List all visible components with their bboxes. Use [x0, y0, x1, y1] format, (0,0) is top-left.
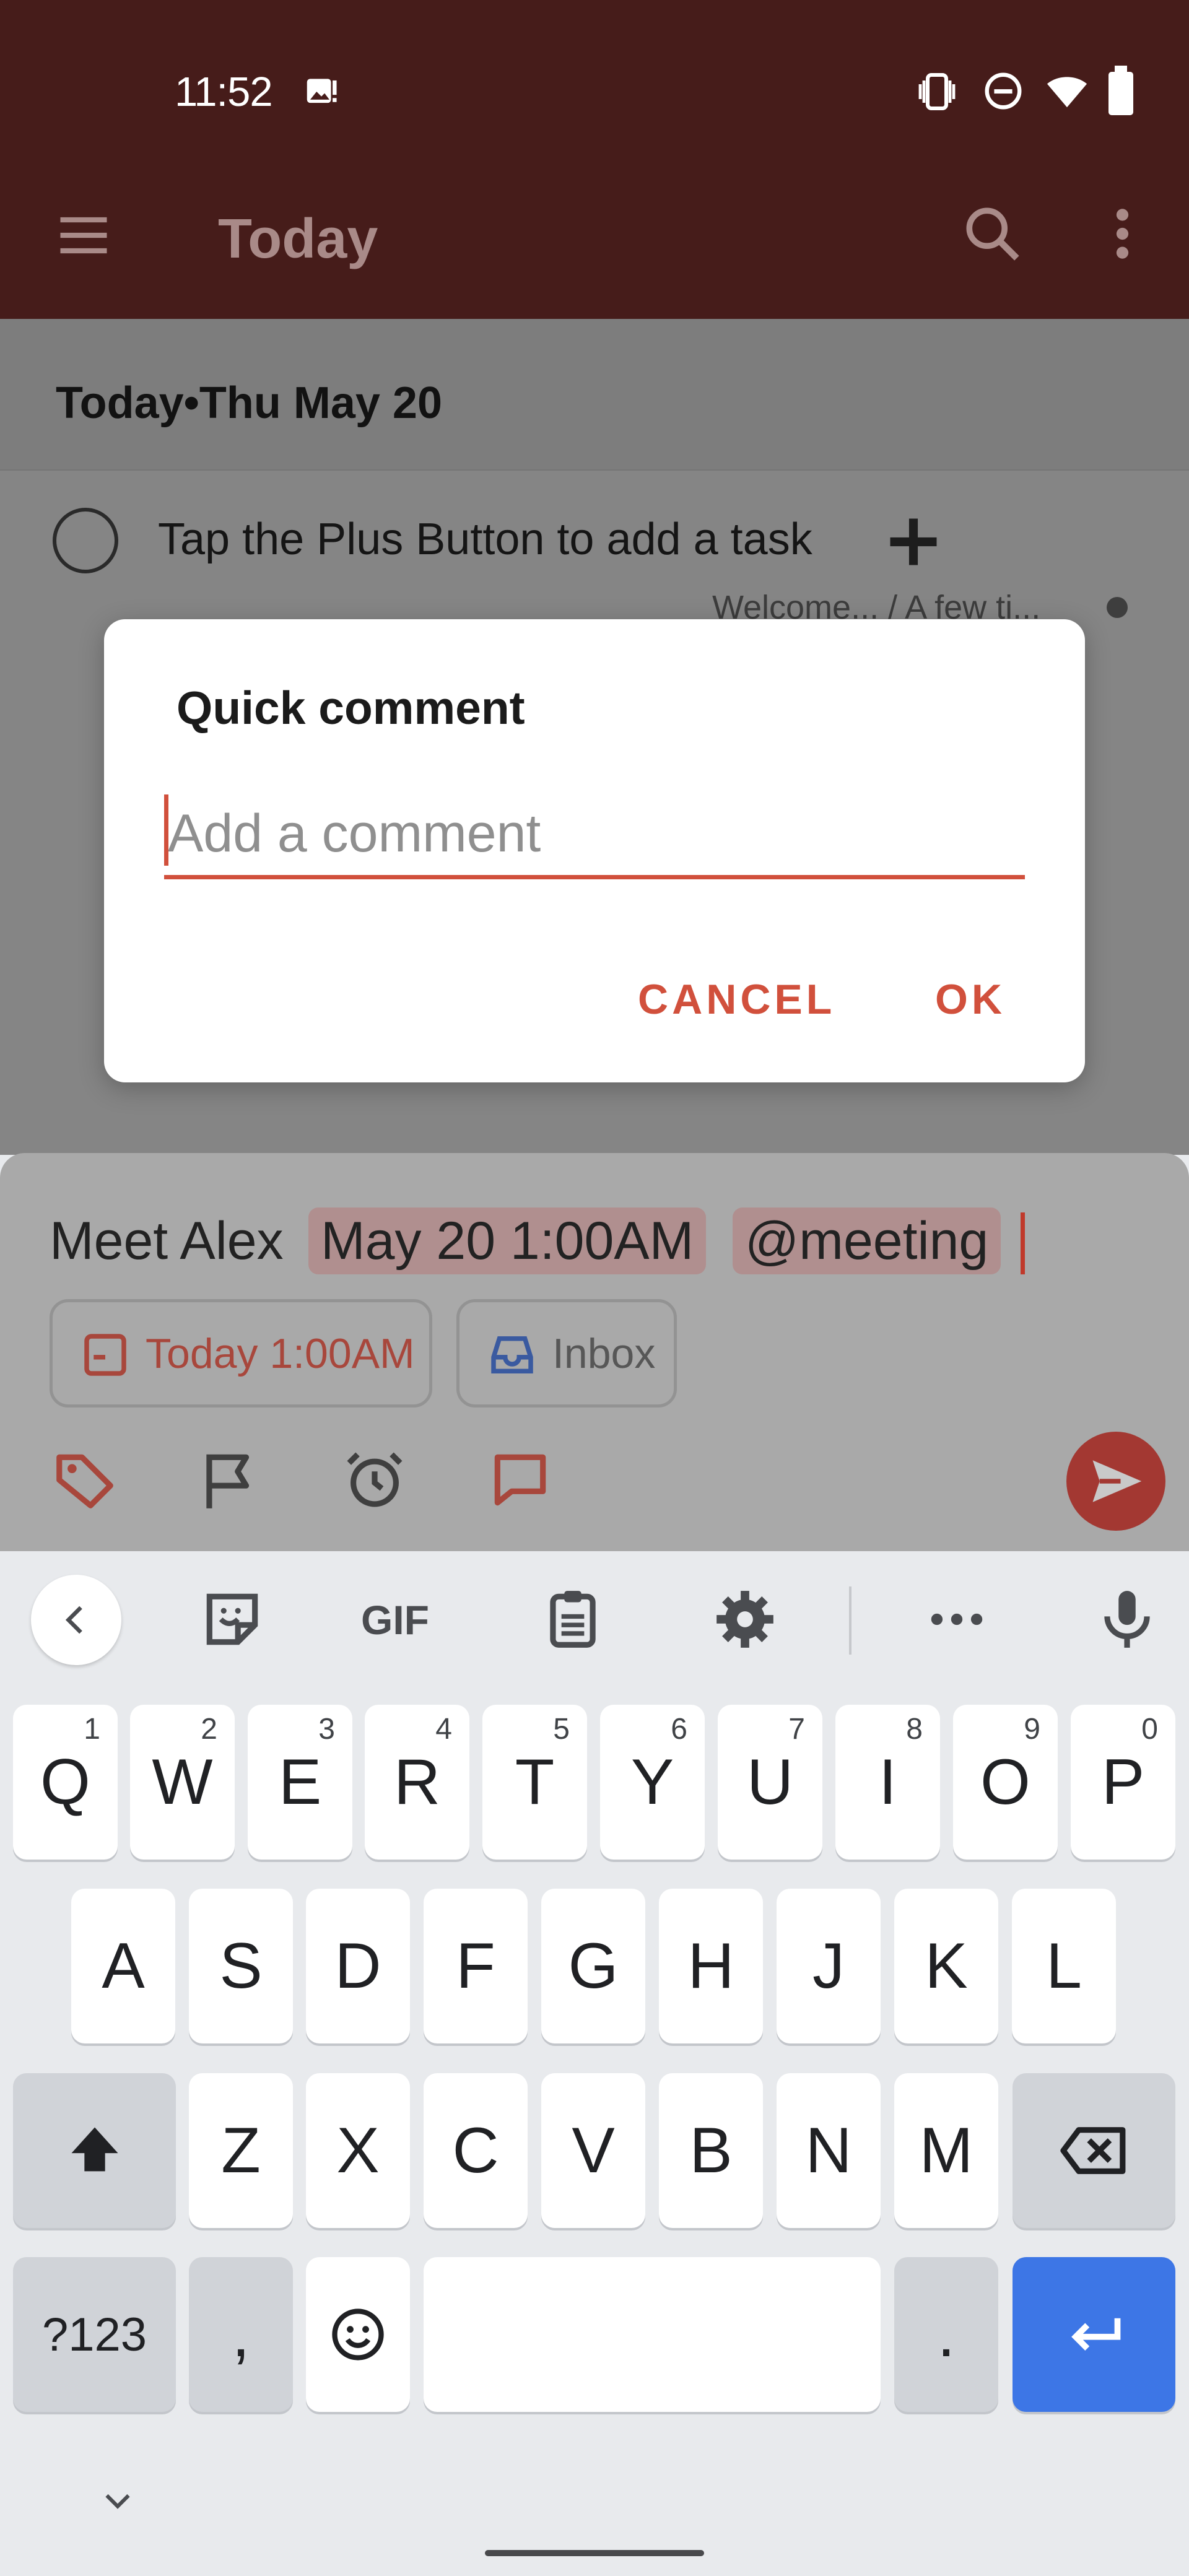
shift-icon	[71, 2127, 118, 2172]
send-icon	[1092, 1460, 1142, 1502]
backspace-icon	[1060, 2127, 1125, 2174]
search-icon[interactable]	[960, 201, 1025, 266]
key-z[interactable]: Z	[189, 2073, 293, 2228]
key-i[interactable]: I8	[835, 1705, 940, 1860]
keyboard-back-button[interactable]	[31, 1575, 121, 1665]
section-header-label: Today•Thu May 20	[56, 378, 442, 428]
key-m[interactable]: M	[894, 2073, 998, 2228]
key-p[interactable]: P0	[1071, 1705, 1175, 1860]
key-u[interactable]: U7	[718, 1705, 822, 1860]
menu-icon[interactable]	[53, 204, 115, 266]
key-s[interactable]: S	[189, 1889, 293, 2043]
alarm-icon[interactable]	[341, 1446, 409, 1514]
date-token[interactable]: May 20 1:00AM	[308, 1208, 707, 1274]
key-y[interactable]: Y6	[600, 1705, 705, 1860]
key-a[interactable]: A	[71, 1889, 175, 2043]
key-g[interactable]: G	[541, 1889, 645, 2043]
key-x[interactable]: X	[306, 2073, 410, 2228]
key-h[interactable]: H	[659, 1889, 763, 2043]
status-time: 11:52	[175, 69, 273, 115]
emoji-icon	[332, 2308, 384, 2361]
gesture-nav-handle[interactable]	[485, 2550, 704, 2556]
page-title: Today	[218, 208, 378, 270]
do-not-disturb-icon	[985, 72, 1022, 110]
battery-icon	[1108, 66, 1133, 115]
app-bar	[0, 0, 1189, 319]
task-checkbox[interactable]	[53, 508, 118, 573]
enter-icon	[1071, 2318, 1120, 2351]
key-q[interactable]: Q1	[13, 1705, 118, 1860]
mic-icon[interactable]	[1093, 1585, 1161, 1653]
shift-key[interactable]	[13, 2073, 176, 2228]
key-b[interactable]: B	[659, 2073, 763, 2228]
comment-input[interactable]	[164, 793, 1025, 879]
key-j[interactable]: J	[777, 1889, 881, 2043]
key-e[interactable]: E3	[248, 1705, 352, 1860]
plus-icon	[890, 518, 937, 565]
quick-add-text[interactable]: Meet Alex	[50, 1208, 284, 1274]
clipboard-icon[interactable]	[539, 1585, 607, 1653]
inbox-icon	[491, 1336, 533, 1373]
key-k[interactable]: K	[894, 1889, 998, 2043]
sticker-icon[interactable]	[198, 1585, 266, 1653]
back-icon	[65, 1606, 82, 1634]
flag-icon[interactable]	[195, 1446, 263, 1514]
wifi-icon	[1047, 77, 1087, 108]
more-vert-icon[interactable]	[1096, 201, 1149, 266]
project-chip[interactable]: Inbox	[456, 1299, 677, 1408]
settings-icon[interactable]	[711, 1585, 779, 1653]
image-notification-icon	[307, 79, 337, 103]
label-icon[interactable]	[51, 1446, 119, 1514]
comma-key[interactable]: ,	[189, 2257, 293, 2412]
key-l[interactable]: L	[1012, 1889, 1116, 2043]
task-project-dot	[1107, 597, 1128, 618]
vibrate-icon	[918, 73, 956, 110]
dialog-title: Quick comment	[176, 682, 525, 734]
ok-button[interactable]: OK	[935, 975, 1006, 1024]
text-cursor	[164, 794, 168, 866]
comment-icon[interactable]	[486, 1446, 554, 1514]
hide-keyboard-icon[interactable]	[99, 2483, 136, 2520]
quick-add-cursor	[1021, 1212, 1025, 1274]
cancel-button[interactable]: CANCEL	[638, 975, 835, 1024]
due-date-chip[interactable]: Today 1:00AM	[50, 1299, 432, 1408]
key-c[interactable]: C	[424, 2073, 528, 2228]
enter-key[interactable]	[1013, 2257, 1175, 2412]
key-v[interactable]: V	[541, 2073, 645, 2228]
period-key[interactable]: .	[894, 2257, 998, 2412]
due-date-chip-label: Today 1:00AM	[146, 1329, 415, 1377]
key-d[interactable]: D	[306, 1889, 410, 2043]
gif-button[interactable]: GIF	[361, 1596, 429, 1643]
more-horiz-icon[interactable]	[923, 1585, 991, 1653]
toolbar-divider	[849, 1586, 851, 1655]
project-chip-label: Inbox	[552, 1329, 656, 1377]
symbols-key[interactable]: ?123	[13, 2257, 176, 2412]
key-r[interactable]: R4	[365, 1705, 469, 1860]
emoji-key[interactable]	[306, 2257, 410, 2412]
key-w[interactable]: W2	[130, 1705, 235, 1860]
key-f[interactable]: F	[424, 1889, 528, 2043]
task-title[interactable]: Tap the Plus Button to add a task	[158, 514, 812, 565]
backspace-key[interactable]	[1013, 2073, 1175, 2228]
key-o[interactable]: O9	[953, 1705, 1058, 1860]
calendar-icon	[84, 1334, 126, 1376]
send-button[interactable]	[1066, 1432, 1165, 1531]
key-n[interactable]: N	[777, 2073, 881, 2228]
space-key[interactable]	[424, 2257, 881, 2412]
key-t[interactable]: T5	[482, 1705, 587, 1860]
label-token[interactable]: @meeting	[733, 1208, 1001, 1274]
